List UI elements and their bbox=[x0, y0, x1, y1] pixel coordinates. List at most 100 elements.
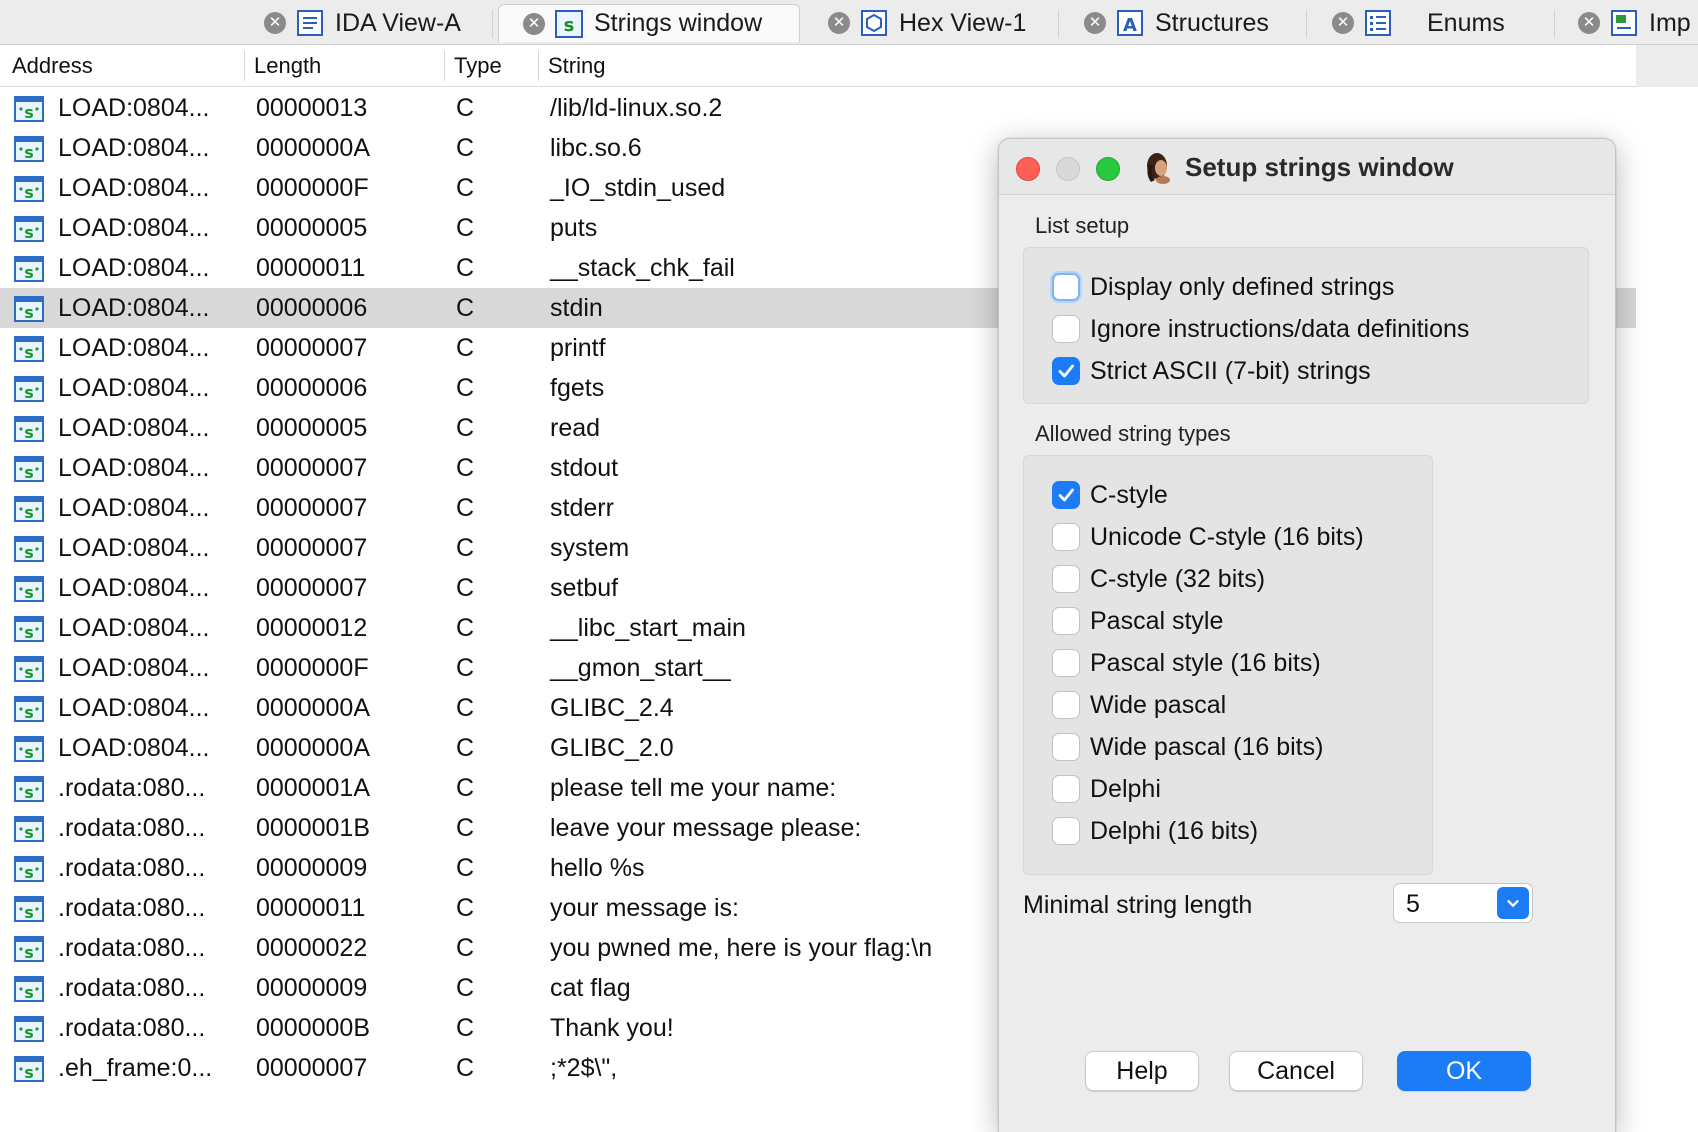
string-entry-icon: s bbox=[14, 496, 44, 522]
checkbox-delphi[interactable]: Delphi bbox=[1052, 772, 1161, 806]
close-icon[interactable]: ✕ bbox=[264, 12, 286, 34]
checkbox-label: C-style bbox=[1090, 480, 1168, 509]
type-cell: C bbox=[456, 374, 475, 402]
column-divider[interactable] bbox=[538, 51, 539, 81]
close-icon[interactable]: ✕ bbox=[1578, 12, 1600, 34]
string-entry-icon: s bbox=[14, 976, 44, 1002]
close-icon[interactable]: ✕ bbox=[523, 12, 545, 35]
table-row[interactable]: s LOAD:0804... 00000013 C/lib/ld-linux.so.2 bbox=[0, 88, 1636, 128]
string-entry-icon: s bbox=[14, 936, 44, 962]
length-cell: 0000000A bbox=[256, 134, 371, 162]
checkbox-unicode-c-style-16[interactable]: Unicode C-style (16 bits) bbox=[1052, 520, 1364, 554]
string-entry-icon: s bbox=[14, 1056, 44, 1082]
list-setup-label: List setup bbox=[1035, 213, 1130, 238]
checkbox-wide-pascal-16[interactable]: Wide pascal (16 bits) bbox=[1052, 730, 1323, 764]
checkbox-label: Unicode C-style (16 bits) bbox=[1090, 522, 1364, 551]
string-entry-icon: s bbox=[14, 816, 44, 842]
address-cell: .rodata:080... bbox=[58, 814, 206, 842]
checkbox-ignore-instructions[interactable]: Ignore instructions/data definitions bbox=[1052, 312, 1469, 346]
min-length-value[interactable]: 5 bbox=[1406, 884, 1420, 924]
length-cell: 00000005 bbox=[256, 414, 368, 442]
address-cell: LOAD:0804... bbox=[58, 294, 210, 322]
tab-bar: ✕ IDA View-A ✕ s Strings window ✕ Hex Vi… bbox=[0, 0, 1698, 45]
string-entry-icon: s bbox=[14, 176, 44, 202]
checkbox[interactable] bbox=[1052, 315, 1080, 343]
checkbox-strict-ascii[interactable]: Strict ASCII (7-bit) strings bbox=[1052, 354, 1371, 388]
string-entry-icon: s bbox=[14, 656, 44, 682]
column-divider[interactable] bbox=[244, 51, 245, 81]
checkbox-pascal-style[interactable]: Pascal style bbox=[1052, 604, 1223, 638]
close-window-button[interactable] bbox=[1016, 157, 1040, 181]
checkbox-c-style-32[interactable]: C-style (32 bits) bbox=[1052, 562, 1265, 596]
checkbox[interactable] bbox=[1052, 691, 1080, 719]
checkbox-label: Pascal style bbox=[1090, 606, 1224, 635]
checkbox-c-style[interactable]: C-style bbox=[1052, 478, 1168, 512]
checkbox[interactable] bbox=[1052, 733, 1080, 761]
tab-imports[interactable]: ✕ Imp bbox=[1578, 4, 1691, 42]
column-header-address[interactable]: Address bbox=[12, 45, 93, 87]
string-cell: ;*2$\", bbox=[550, 1054, 618, 1082]
string-cell: fgets bbox=[550, 374, 605, 402]
svg-text:s: s bbox=[24, 863, 34, 882]
svg-text:s: s bbox=[24, 223, 34, 242]
close-icon[interactable]: ✕ bbox=[1084, 12, 1106, 34]
checkbox[interactable] bbox=[1052, 775, 1080, 803]
string-cell: GLIBC_2.0 bbox=[550, 734, 674, 762]
tab-structures[interactable]: ✕ A Structures bbox=[1084, 4, 1269, 42]
svg-text:s: s bbox=[24, 783, 34, 802]
ida-strings-screen: ✕ IDA View-A ✕ s Strings window ✕ Hex Vi… bbox=[0, 0, 1698, 1132]
checkbox[interactable] bbox=[1052, 649, 1080, 677]
close-icon[interactable]: ✕ bbox=[828, 12, 850, 34]
checkbox[interactable] bbox=[1052, 523, 1080, 551]
tab-strings-window[interactable]: ✕ s Strings window bbox=[498, 4, 800, 42]
help-button[interactable]: Help bbox=[1085, 1051, 1199, 1091]
address-cell: .rodata:080... bbox=[58, 1014, 206, 1042]
length-cell: 0000000F bbox=[256, 654, 369, 682]
type-cell: C bbox=[456, 894, 475, 922]
dialog-titlebar[interactable]: Setup strings window bbox=[999, 139, 1615, 195]
cancel-button[interactable]: Cancel bbox=[1229, 1051, 1363, 1091]
checkbox[interactable] bbox=[1052, 607, 1080, 635]
ida-view-icon bbox=[295, 8, 325, 38]
checkbox[interactable] bbox=[1052, 357, 1080, 385]
checkbox[interactable] bbox=[1052, 817, 1080, 845]
string-cell: stdin bbox=[550, 294, 603, 322]
column-divider[interactable] bbox=[444, 51, 445, 81]
address-cell: LOAD:0804... bbox=[58, 734, 210, 762]
tab-ida-view-a[interactable]: ✕ IDA View-A bbox=[264, 4, 461, 42]
address-cell: LOAD:0804... bbox=[58, 614, 210, 642]
tab-enums[interactable]: ✕ Enums bbox=[1332, 4, 1505, 42]
ok-button[interactable]: OK bbox=[1397, 1051, 1531, 1091]
svg-text:s: s bbox=[24, 383, 34, 402]
type-cell: C bbox=[456, 494, 475, 522]
column-header-type[interactable]: Type bbox=[454, 45, 502, 87]
string-cell: leave your message please: bbox=[550, 814, 862, 842]
string-entry-icon: s bbox=[14, 296, 44, 322]
checkbox-pascal-style-16[interactable]: Pascal style (16 bits) bbox=[1052, 646, 1321, 680]
min-length-combobox[interactable]: 5 bbox=[1393, 883, 1533, 923]
type-cell: C bbox=[456, 454, 475, 482]
checkbox[interactable] bbox=[1052, 565, 1080, 593]
close-icon[interactable]: ✕ bbox=[1332, 12, 1354, 34]
type-cell: C bbox=[456, 614, 475, 642]
checkbox[interactable] bbox=[1052, 273, 1080, 301]
type-cell: C bbox=[456, 534, 475, 562]
address-cell: LOAD:0804... bbox=[58, 534, 210, 562]
checkbox[interactable] bbox=[1052, 481, 1080, 509]
combo-dropdown-button[interactable] bbox=[1497, 887, 1529, 919]
column-header-string[interactable]: String bbox=[548, 45, 605, 87]
svg-text:s: s bbox=[24, 263, 34, 282]
zoom-window-button[interactable] bbox=[1096, 157, 1120, 181]
column-header-length[interactable]: Length bbox=[254, 45, 321, 87]
address-cell: .rodata:080... bbox=[58, 934, 206, 962]
length-cell: 00000006 bbox=[256, 294, 368, 322]
string-cell: hello %s bbox=[550, 854, 645, 882]
checkbox-display-only-defined-strings[interactable]: Display only defined strings bbox=[1052, 270, 1394, 304]
table-header: Address Length Type String bbox=[0, 45, 1636, 87]
string-entry-icon: s bbox=[14, 96, 44, 122]
checkbox-wide-pascal[interactable]: Wide pascal bbox=[1052, 688, 1226, 722]
svg-text:A: A bbox=[1123, 15, 1137, 36]
svg-text:s: s bbox=[24, 423, 34, 442]
tab-hex-view-1[interactable]: ✕ Hex View-1 bbox=[828, 4, 1026, 42]
checkbox-delphi-16[interactable]: Delphi (16 bits) bbox=[1052, 814, 1258, 848]
